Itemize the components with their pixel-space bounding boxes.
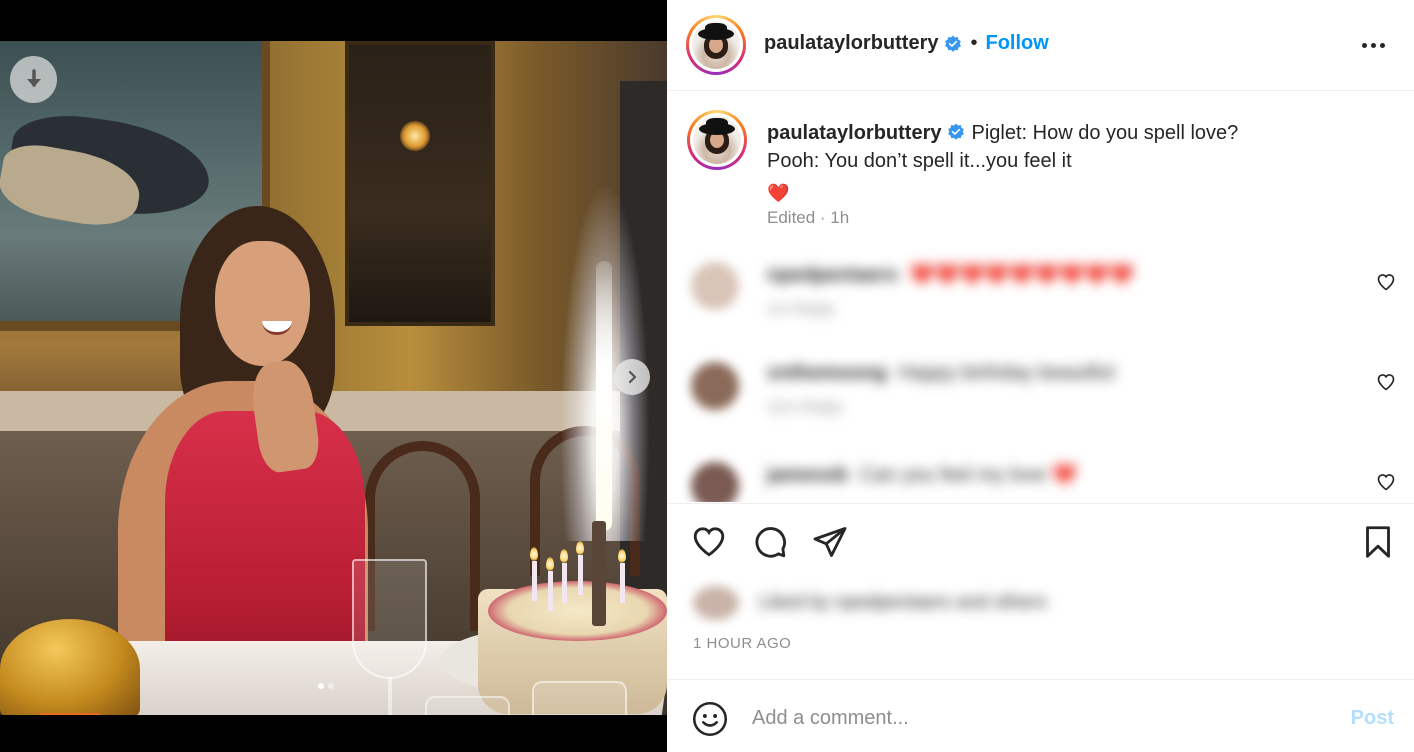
heart-icon[interactable] xyxy=(1376,472,1396,492)
comment-username[interactable]: xnthemoong xyxy=(767,362,887,384)
verified-badge-icon xyxy=(945,34,962,52)
paper-plane-icon[interactable] xyxy=(812,524,848,560)
caption-line: paulataylorbuttery Piglet: How do you sp… xyxy=(767,119,1327,147)
caption-text-line-2: Pooh: You don’t spell it...you feel it xyxy=(767,150,1072,172)
commenter-avatar[interactable] xyxy=(691,262,739,310)
caption-text-line-1: Piglet: How do you spell love? xyxy=(971,122,1239,144)
candle xyxy=(532,561,537,601)
lamp-base xyxy=(40,713,100,715)
carousel-next-button[interactable] xyxy=(614,359,650,395)
candle xyxy=(562,563,567,603)
comment-body: jamesob Can you feel my love ❤️ xyxy=(767,462,1077,487)
avatar-frame xyxy=(690,113,744,167)
comment-icon[interactable] xyxy=(752,524,788,560)
comment-meta[interactable]: 11m Reply xyxy=(767,399,1114,417)
avatar-hat-crown xyxy=(706,118,728,130)
chevron-right-icon xyxy=(628,370,637,384)
two-hearts-emoji: ❤️ xyxy=(767,183,790,203)
caption-meta[interactable]: Edited · 1h xyxy=(767,208,849,228)
comment-meta[interactable]: 1m Reply xyxy=(767,301,1134,319)
caption-username[interactable]: paulataylorbuttery xyxy=(767,122,941,144)
ellipsis-icon xyxy=(1361,42,1367,48)
commenter-avatar[interactable] xyxy=(691,362,739,410)
candle-flame xyxy=(618,549,626,563)
liker-avatar xyxy=(693,586,739,620)
sparkler-stick xyxy=(592,521,606,626)
comment-username[interactable]: npedpentaers xyxy=(767,264,898,286)
post-photo[interactable] xyxy=(0,41,667,715)
comment-item: jamesob Can you feel my love ❤️ xyxy=(667,462,1414,502)
gold-table-lamp xyxy=(0,619,140,715)
separator-dot: • xyxy=(970,32,978,54)
bookmark-icon[interactable] xyxy=(1360,524,1396,560)
candle xyxy=(578,555,583,595)
wall-lamp xyxy=(400,121,430,151)
comment-line: npedpentaers ❤️❤️❤️❤️❤️❤️❤️❤️❤️ xyxy=(767,262,1134,287)
comments-section[interactable]: paulataylorbuttery Piglet: How do you sp… xyxy=(667,92,1414,502)
heart-icon[interactable] xyxy=(1376,272,1396,292)
carousel-indicator xyxy=(318,683,334,689)
tumbler-glass xyxy=(532,681,627,715)
tumbler-glass xyxy=(425,696,510,715)
likes-summary[interactable]: Liked by npedpentaers and others xyxy=(693,584,1046,622)
comment-text: ❤️❤️❤️❤️❤️❤️❤️❤️❤️ xyxy=(909,264,1134,286)
comment-text: Happy birthday beautiful xyxy=(898,362,1115,384)
ellipsis-dot xyxy=(1379,42,1385,48)
more-options-button[interactable] xyxy=(1358,33,1388,57)
post-actions: Liked by npedpentaers and others 1 HOUR … xyxy=(667,503,1414,679)
caption-avatar[interactable] xyxy=(687,110,747,170)
smiley-icon[interactable] xyxy=(692,701,728,737)
avatar-photo xyxy=(692,21,740,69)
avatar-hat-crown xyxy=(705,23,727,35)
ellipsis-dot xyxy=(1370,42,1376,48)
comment-text: Can you feel my love ❤️ xyxy=(859,464,1077,486)
download-button[interactable] xyxy=(10,56,57,103)
post-panel: paulataylorbuttery • Follow paulataylorb… xyxy=(667,0,1414,752)
follow-button[interactable]: Follow xyxy=(986,32,1049,55)
verified-badge-icon xyxy=(948,123,965,140)
carousel-dot xyxy=(328,683,334,689)
likes-text: Liked by npedpentaers and others xyxy=(759,592,1047,613)
comment-body: xnthemoong Happy birthday beautiful 11m … xyxy=(767,362,1114,417)
heart-icon[interactable] xyxy=(1376,372,1396,392)
comment-line: jamesob Can you feel my love ❤️ xyxy=(767,462,1077,487)
candle-flame xyxy=(576,541,584,555)
comment-username[interactable]: jamesob xyxy=(767,464,848,486)
add-comment-bar: Post xyxy=(667,679,1414,752)
comment-body: npedpentaers ❤️❤️❤️❤️❤️❤️❤️❤️❤️ 1m Reply xyxy=(767,262,1134,319)
comment-item: npedpentaers ❤️❤️❤️❤️❤️❤️❤️❤️❤️ 1m Reply xyxy=(667,262,1414,342)
author-username[interactable]: paulataylorbuttery xyxy=(764,32,938,55)
comment-input[interactable] xyxy=(752,702,1312,734)
post-comment-button[interactable]: Post xyxy=(1351,707,1394,730)
author-avatar[interactable] xyxy=(686,15,746,75)
candle xyxy=(548,571,553,611)
comment-line: xnthemoong Happy birthday beautiful xyxy=(767,362,1114,385)
glass-stem xyxy=(388,677,392,715)
header-user-row: paulataylorbuttery • Follow xyxy=(764,32,1049,55)
post-timestamp: 1 HOUR AGO xyxy=(693,635,792,652)
candle-flame xyxy=(560,549,568,563)
arrow-down-icon xyxy=(26,68,41,87)
heart-icon[interactable] xyxy=(691,524,727,560)
carousel-dot-active xyxy=(318,683,324,689)
candle-flame xyxy=(530,547,538,561)
mirror xyxy=(345,41,495,326)
comment-item: xnthemoong Happy birthday beautiful 11m … xyxy=(667,362,1414,442)
caption: paulataylorbuttery Piglet: How do you sp… xyxy=(767,119,1327,207)
candle-flame xyxy=(546,557,554,571)
sparkler-flame xyxy=(596,261,612,531)
avatar-photo xyxy=(693,116,741,164)
avatar-frame xyxy=(689,18,743,72)
champagne-glass xyxy=(352,559,427,679)
candle xyxy=(620,563,625,603)
post-header: paulataylorbuttery • Follow xyxy=(667,0,1414,91)
woman-face xyxy=(215,241,310,366)
post-media[interactable] xyxy=(0,0,667,752)
commenter-avatar[interactable] xyxy=(691,462,739,502)
